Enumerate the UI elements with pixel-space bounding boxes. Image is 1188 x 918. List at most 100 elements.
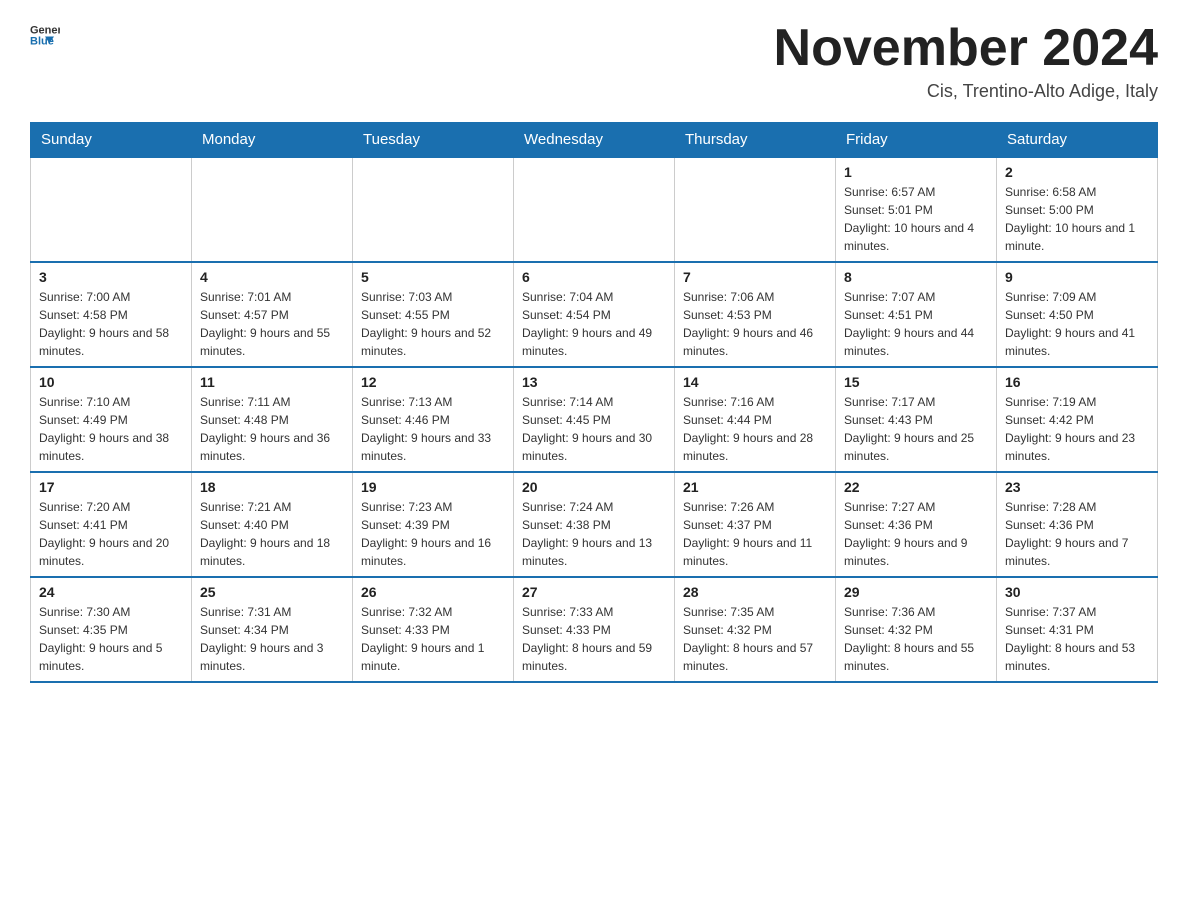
day-number: 5 [361,269,505,285]
day-number: 1 [844,164,988,180]
day-number: 3 [39,269,183,285]
calendar-cell [675,157,836,262]
day-number: 10 [39,374,183,390]
calendar-cell [514,157,675,262]
calendar-cell: 15 Sunrise: 7:17 AMSunset: 4:43 PMDayligh… [836,367,997,472]
day-number: 6 [522,269,666,285]
calendar-cell: 9 Sunrise: 7:09 AMSunset: 4:50 PMDaylight… [997,262,1158,367]
day-number: 29 [844,584,988,600]
day-info: Sunrise: 7:37 AMSunset: 4:31 PMDaylight:… [1005,603,1149,675]
day-info: Sunrise: 6:58 AMSunset: 5:00 PMDaylight:… [1005,183,1149,255]
day-info: Sunrise: 7:07 AMSunset: 4:51 PMDaylight:… [844,288,988,360]
calendar-cell: 20Sunrise: 7:24 AMSunset: 4:38 PMDayligh… [514,472,675,577]
calendar-cell: 23 Sunrise: 7:28 AMSunset: 4:36 PMDayligh… [997,472,1158,577]
header-thursday: Thursday [675,123,836,158]
calendar-cell: 8 Sunrise: 7:07 AMSunset: 4:51 PMDaylight… [836,262,997,367]
week-row-4: 17 Sunrise: 7:20 AMSunset: 4:41 PMDayligh… [31,472,1158,577]
day-number: 30 [1005,584,1149,600]
title-block: November 2024 Cis, Trentino-Alto Adige, … [774,20,1158,102]
calendar-cell: 24 Sunrise: 7:30 AMSunset: 4:35 PMDayligh… [31,577,192,682]
day-info: Sunrise: 7:04 AMSunset: 4:54 PMDaylight:… [522,288,666,360]
day-info: Sunrise: 7:14 AMSunset: 4:45 PMDaylight:… [522,393,666,465]
day-number: 23 [1005,479,1149,495]
calendar-cell: 21 Sunrise: 7:26 AMSunset: 4:37 PMDayligh… [675,472,836,577]
day-info: Sunrise: 7:17 AMSunset: 4:43 PMDaylight:… [844,393,988,465]
day-number: 8 [844,269,988,285]
day-info: Sunrise: 7:11 AMSunset: 4:48 PMDaylight:… [200,393,344,465]
calendar-cell: 30 Sunrise: 7:37 AMSunset: 4:31 PMDayligh… [997,577,1158,682]
day-info: Sunrise: 7:23 AMSunset: 4:39 PMDaylight:… [361,498,505,570]
day-info: Sunrise: 7:33 AMSunset: 4:33 PMDaylight:… [522,603,666,675]
day-number: 14 [683,374,827,390]
header-friday: Friday [836,123,997,158]
day-number: 20 [522,479,666,495]
calendar-cell: 1 Sunrise: 6:57 AMSunset: 5:01 PMDaylight… [836,157,997,262]
calendar-cell: 19 Sunrise: 7:23 AMSunset: 4:39 PMDayligh… [353,472,514,577]
day-info: Sunrise: 7:16 AMSunset: 4:44 PMDaylight:… [683,393,827,465]
calendar-table: SundayMondayTuesdayWednesdayThursdayFrid… [30,122,1158,683]
day-info: Sunrise: 7:36 AMSunset: 4:32 PMDaylight:… [844,603,988,675]
day-number: 25 [200,584,344,600]
day-info: Sunrise: 7:13 AMSunset: 4:46 PMDaylight:… [361,393,505,465]
day-info: Sunrise: 6:57 AMSunset: 5:01 PMDaylight:… [844,183,988,255]
calendar-header-row: SundayMondayTuesdayWednesdayThursdayFrid… [31,123,1158,158]
svg-text:General: General [30,25,60,37]
calendar-cell: 6 Sunrise: 7:04 AMSunset: 4:54 PMDaylight… [514,262,675,367]
day-info: Sunrise: 7:27 AMSunset: 4:36 PMDaylight:… [844,498,988,570]
week-row-2: 3 Sunrise: 7:00 AMSunset: 4:58 PMDaylight… [31,262,1158,367]
day-number: 28 [683,584,827,600]
day-number: 16 [1005,374,1149,390]
calendar-cell: 11 Sunrise: 7:11 AMSunset: 4:48 PMDayligh… [192,367,353,472]
day-number: 13 [522,374,666,390]
day-number: 17 [39,479,183,495]
page-header: General Blue November 2024 Cis, Trentino… [30,20,1158,102]
day-number: 7 [683,269,827,285]
calendar-cell [192,157,353,262]
logo-icon: General Blue [30,20,60,50]
day-number: 27 [522,584,666,600]
day-info: Sunrise: 7:20 AMSunset: 4:41 PMDaylight:… [39,498,183,570]
calendar-cell: 7 Sunrise: 7:06 AMSunset: 4:53 PMDaylight… [675,262,836,367]
calendar-cell: 14 Sunrise: 7:16 AMSunset: 4:44 PMDayligh… [675,367,836,472]
calendar-cell [353,157,514,262]
calendar-cell: 4Sunrise: 7:01 AMSunset: 4:57 PMDaylight… [192,262,353,367]
header-sunday: Sunday [31,123,192,158]
day-info: Sunrise: 7:09 AMSunset: 4:50 PMDaylight:… [1005,288,1149,360]
day-info: Sunrise: 7:28 AMSunset: 4:36 PMDaylight:… [1005,498,1149,570]
day-number: 18 [200,479,344,495]
day-info: Sunrise: 7:21 AMSunset: 4:40 PMDaylight:… [200,498,344,570]
calendar-cell: 25 Sunrise: 7:31 AMSunset: 4:34 PMDayligh… [192,577,353,682]
calendar-cell: 16Sunrise: 7:19 AMSunset: 4:42 PMDayligh… [997,367,1158,472]
day-info: Sunrise: 7:00 AMSunset: 4:58 PMDaylight:… [39,288,183,360]
month-title: November 2024 [774,20,1158,77]
day-info: Sunrise: 7:32 AMSunset: 4:33 PMDaylight:… [361,603,505,675]
day-number: 9 [1005,269,1149,285]
calendar-cell: 2Sunrise: 6:58 AMSunset: 5:00 PMDaylight… [997,157,1158,262]
day-number: 11 [200,374,344,390]
day-number: 12 [361,374,505,390]
day-number: 15 [844,374,988,390]
header-saturday: Saturday [997,123,1158,158]
day-info: Sunrise: 7:31 AMSunset: 4:34 PMDaylight:… [200,603,344,675]
calendar-cell: 26Sunrise: 7:32 AMSunset: 4:33 PMDayligh… [353,577,514,682]
header-wednesday: Wednesday [514,123,675,158]
day-info: Sunrise: 7:01 AMSunset: 4:57 PMDaylight:… [200,288,344,360]
calendar-cell: 29 Sunrise: 7:36 AMSunset: 4:32 PMDayligh… [836,577,997,682]
day-info: Sunrise: 7:35 AMSunset: 4:32 PMDaylight:… [683,603,827,675]
calendar-cell: 10 Sunrise: 7:10 AMSunset: 4:49 PMDayligh… [31,367,192,472]
calendar-cell: 27 Sunrise: 7:33 AMSunset: 4:33 PMDayligh… [514,577,675,682]
location-subtitle: Cis, Trentino-Alto Adige, Italy [774,81,1158,102]
day-number: 21 [683,479,827,495]
header-monday: Monday [192,123,353,158]
day-info: Sunrise: 7:10 AMSunset: 4:49 PMDaylight:… [39,393,183,465]
day-info: Sunrise: 7:30 AMSunset: 4:35 PMDaylight:… [39,603,183,675]
day-number: 24 [39,584,183,600]
calendar-cell: 18 Sunrise: 7:21 AMSunset: 4:40 PMDayligh… [192,472,353,577]
calendar-cell: 22 Sunrise: 7:27 AMSunset: 4:36 PMDayligh… [836,472,997,577]
day-number: 22 [844,479,988,495]
calendar-cell: 12 Sunrise: 7:13 AMSunset: 4:46 PMDayligh… [353,367,514,472]
day-number: 19 [361,479,505,495]
svg-text:Blue: Blue [30,36,54,48]
day-info: Sunrise: 7:06 AMSunset: 4:53 PMDaylight:… [683,288,827,360]
day-info: Sunrise: 7:26 AMSunset: 4:37 PMDaylight:… [683,498,827,570]
